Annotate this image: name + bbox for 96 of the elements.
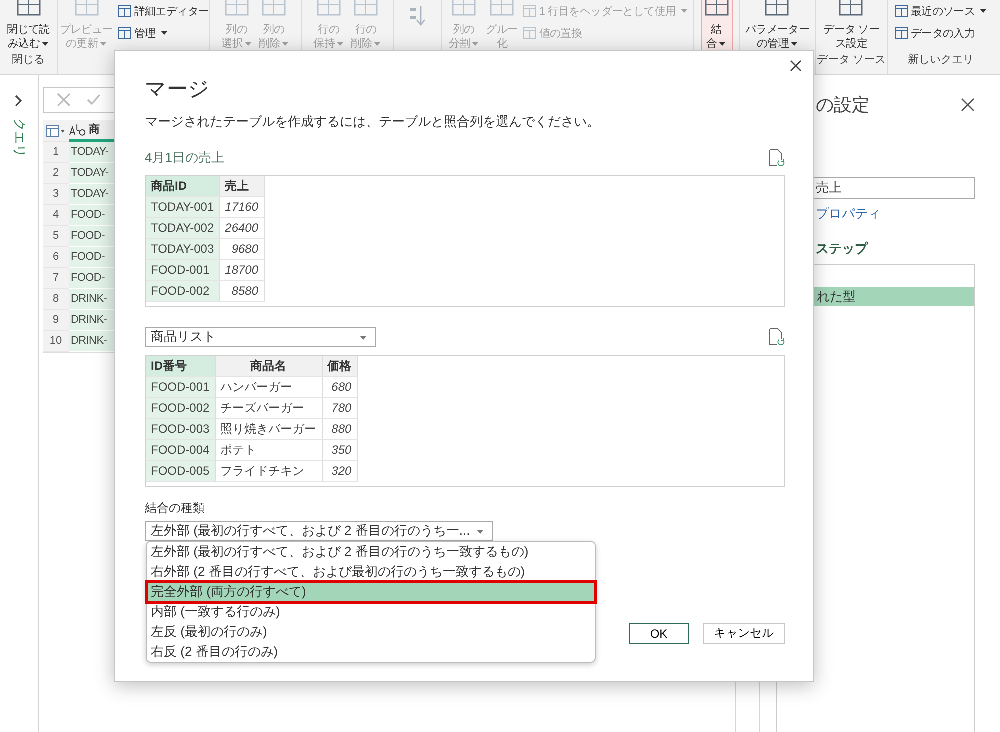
table-cell: 8580 [220,280,264,302]
ribbon-button[interactable]: パラメーター の管理 [742,0,813,52]
refresh-icon[interactable] [769,149,785,167]
column-header[interactable]: 価格 [322,356,358,376]
table-cell: FOOD-004 [146,440,216,460]
refresh-icon[interactable] [769,328,785,346]
row-number: 6 [43,247,69,268]
dropdown-option[interactable]: 右反 (2 番目の行のみ) [147,642,595,662]
group-label: 閉じる [12,52,45,66]
check-icon[interactable] [86,92,102,108]
table-icon [894,5,908,17]
dialog-title: マージ [145,77,211,103]
dialog-description: マージされたテーブルを作成するには、テーブルと照合列を選んでください。 [145,113,601,131]
table-cell: FOOD-003 [146,418,216,440]
table-cell: フライドチキン [215,460,322,482]
row-number: 2 [43,163,69,184]
caret-icon [245,42,252,46]
table-cell: 680 [322,376,358,398]
table-cell: 880 [322,418,358,440]
table-icon [523,5,536,17]
table-cell: 9680 [220,238,264,260]
column-header[interactable]: 商品ID [146,176,220,196]
text-type-icon [69,122,87,136]
table-cell: FOOD-005 [146,460,216,482]
table-cell: FOOD-001 [146,260,220,280]
steps-heading: ステップ [816,240,870,258]
dropdown-option[interactable]: 左外部 (最初の行すべて、および 2 番目の行のうち一致するもの) [147,542,595,562]
caret-icon [980,9,988,13]
table-cell: TODAY-003 [146,238,220,260]
table-cell: 17160 [220,196,264,218]
table-cell: 26400 [220,218,264,238]
row-number: 3 [43,184,69,205]
caret-icon [681,9,688,13]
table-cell: ハンバーガー [215,376,322,398]
ribbon-button[interactable]: 最近のソース [894,3,988,19]
table-cell: 照り焼きバーガー [215,418,322,440]
caret-icon [337,42,344,46]
table-cell: 320 [322,460,358,482]
close-icon[interactable] [790,60,802,72]
dropdown-option[interactable]: 内部 (一致する行のみ) [147,602,595,622]
queries-pane-label[interactable]: クエリ [10,118,28,158]
pane-title: の設定 [816,94,870,117]
table-cell: ポテト [215,440,322,460]
table-cell: 780 [322,398,358,418]
ribbon-button[interactable]: 詳細エディター [117,3,210,19]
expand-icon[interactable] [14,95,24,107]
ok-button[interactable]: OK [629,623,689,644]
caret-icon [100,42,108,46]
ribbon-button[interactable]: データの入力 [894,25,988,41]
table-icon [894,27,908,39]
cancel-button[interactable]: キャンセル [703,623,785,644]
properties-link[interactable]: プロパティ [816,205,975,223]
field-label: 結合の種類 [145,500,206,517]
table-icon [118,27,132,39]
dropdown-option[interactable]: 完全外部 (両方の行すべて) [147,582,595,602]
ribbon-button[interactable]: 管理 [117,25,210,41]
caret-icon [282,42,290,46]
table-cell: TODAY-001 [146,196,220,218]
table-cell: チーズバーガー [215,398,322,418]
caret-icon [42,42,50,46]
table-cell: 350 [322,440,358,460]
table-cell: TODAY-002 [146,218,220,238]
table-cell: 18700 [220,260,264,280]
table-icon [118,5,132,17]
column-header[interactable]: ID番号 [146,356,216,376]
group-label: 新しいクエリ [908,52,974,66]
caret-icon [360,336,367,340]
row-number: 5 [43,226,69,247]
caret-icon [791,42,798,46]
column-header[interactable]: 商品名 [215,356,322,376]
row-number: 1 [43,142,69,163]
ribbon-button[interactable]: 閉じて読 み込む [4,0,53,52]
group-label: データ ソース [816,52,886,66]
caret-icon [477,530,484,534]
table-cell: FOOD-001 [146,376,216,398]
ribbon-button[interactable]: 結 合 [700,0,732,52]
close-icon[interactable] [961,98,975,112]
row-number: 9 [43,310,69,331]
ribbon-button[interactable]: データ ソー ス設定 [820,0,883,52]
caret-icon [374,42,382,46]
table-cell: FOOD-002 [146,280,220,302]
table-icon [523,27,536,39]
table-cell: FOOD-002 [146,398,216,418]
caret-icon [719,42,726,46]
table-dropdown[interactable]: 商品リスト [145,327,376,347]
caret-icon [472,42,480,46]
table-icon[interactable] [46,124,66,136]
caret-icon [160,31,168,35]
row-number: 7 [43,268,69,289]
dropdown-option[interactable]: 右外部 (2 番目の行すべて、および最初の行のうち一致するもの) [147,562,595,582]
dropdown-option[interactable]: 左反 (最初の行のみ) [147,622,595,642]
join-kind-dropdown[interactable]: 左外部 (最初の行すべて、および 2 番目の行のうち一... [145,521,494,541]
column-header[interactable]: 売上 [220,176,264,196]
row-number: 4 [43,205,69,226]
row-number: 10 [43,331,69,352]
row-number: 8 [43,289,69,310]
